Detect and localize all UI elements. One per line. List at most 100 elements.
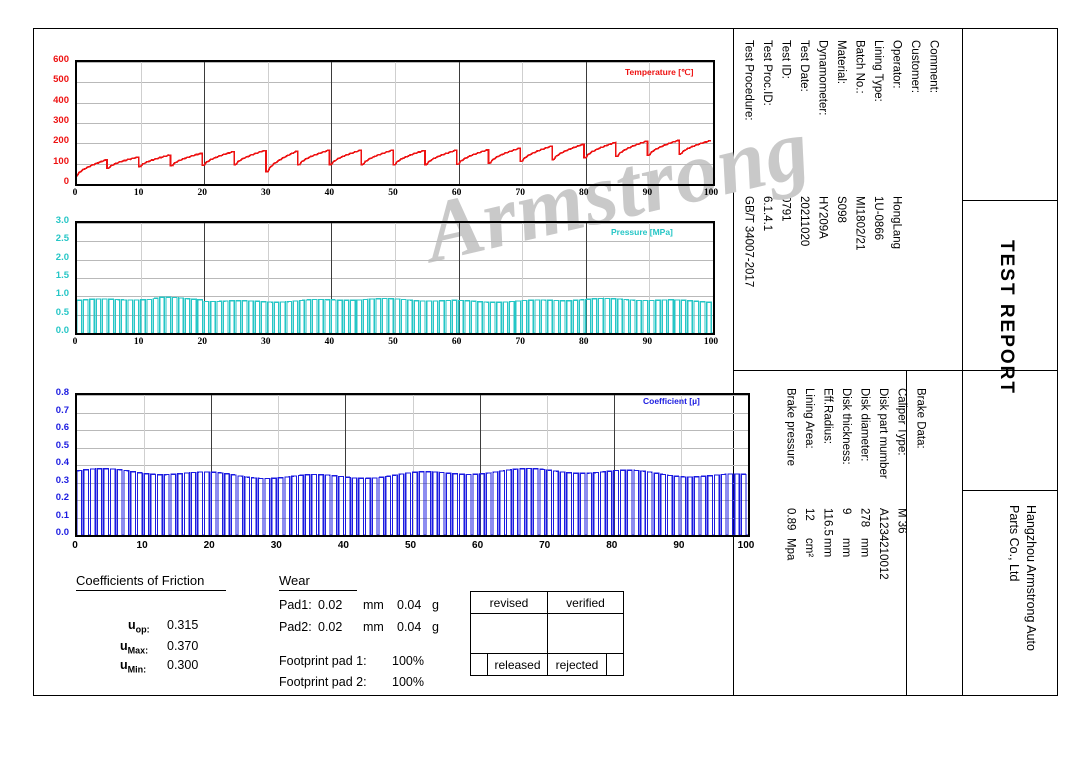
test-info-label-1: Test Proc.ID: <box>761 40 773 106</box>
pressure-ytick: 2.5 <box>55 233 69 245</box>
temperature-xtick: 10 <box>133 188 144 198</box>
test-info-value-7: 1U-0866 <box>872 196 884 241</box>
friction-value-2: 0.300 <box>167 658 199 672</box>
panel-divider-horizontal-3 <box>962 490 1058 491</box>
pressure-xtick: 10 <box>133 337 144 347</box>
coefficient-plot-area <box>75 393 750 537</box>
wear-pad-thickness-unit-0: mm <box>363 598 384 612</box>
coefficient-ytick: 0.1 <box>55 509 69 521</box>
pressure-ytick: 0.0 <box>55 325 69 336</box>
brake-data-value-6: 0.89 <box>784 508 797 531</box>
test-info-label-2: Test ID: <box>779 40 792 79</box>
test-info-value-0: GB/T 34007-2017 <box>742 196 755 288</box>
pressure-xtick: 80 <box>579 337 589 347</box>
pressure-xtick: 100 <box>703 337 719 347</box>
coefficient-xtick: 70 <box>539 540 551 551</box>
temperature-xtick: 80 <box>579 188 589 198</box>
approval-checkbox-rejected[interactable] <box>606 653 624 676</box>
brake-data-label-0: Caliper Type: <box>895 388 908 456</box>
friction-value-0: 0.315 <box>167 618 199 632</box>
coefficient-xtick: 50 <box>404 540 417 551</box>
coefficient-xtick: 100 <box>737 540 755 551</box>
chart-pressure: Pressure [MPa] 0.0 0.5 1.0 1.5 2.0 2.5 3.0 0 10 2… <box>33 215 733 360</box>
brake-data-label-3: Disk thickness: <box>840 388 852 465</box>
friction-subscript-0: op: <box>135 624 150 635</box>
brake-data-label-2: Disk diameter: <box>858 388 871 462</box>
panel-divider-vertical-3 <box>733 28 734 696</box>
test-info-value-5: S098 <box>835 196 847 223</box>
approval-cell-verified[interactable]: verified <box>547 591 624 614</box>
wear-pad-mass-1: 0.04 <box>397 620 422 634</box>
coefficient-ytick: 0.2 <box>55 492 69 503</box>
wear-pad-mass-0: 0.04 <box>397 598 422 612</box>
pressure-xtick: 70 <box>515 337 525 347</box>
footprint-label-0: Footprint pad 1: <box>279 654 367 668</box>
test-info-label-4: Dynamometer: <box>816 40 829 116</box>
coefficient-xtick: 0 <box>72 540 78 551</box>
test-info-label-8: Operator: <box>890 40 903 89</box>
temperature-xtick: 60 <box>451 188 462 198</box>
test-info-label-3: Test Date: <box>798 40 810 92</box>
report-title: TEST REPORT <box>996 240 1017 396</box>
friction-symbol-0: u <box>128 618 136 632</box>
pressure-xtick: 50 <box>388 337 398 347</box>
test-info-value-1: 6.1.4.1 <box>761 196 773 232</box>
temperature-xtick: 0 <box>72 188 78 198</box>
wear-pad-thickness-unit-1: mm <box>363 620 384 634</box>
test-info-label-5: Material: <box>835 40 847 85</box>
coefficient-ytick: 0.8 <box>55 387 69 398</box>
coefficient-xtick: 30 <box>270 540 282 551</box>
temperature-plot-area <box>75 60 715 186</box>
chart-coefficient: Coefficient [µ] 0.0 0.1 0.2 0.3 0.4 0.5 0.6 0.7… <box>33 385 755 560</box>
panel-divider-vertical-1 <box>962 28 963 696</box>
company-line-2: Parts Co., Ltd <box>1006 505 1021 582</box>
coefficient-xtick: 40 <box>337 540 349 551</box>
pressure-ytick: 3.0 <box>55 215 69 226</box>
brake-data-label-1: Disk part mumber <box>877 388 889 479</box>
approval-checkbox-released[interactable] <box>470 653 488 676</box>
coefficient-xtick: 10 <box>136 540 148 551</box>
coefficient-ytick: 0.4 <box>55 457 69 468</box>
test-info-label-9: Customer: <box>909 40 921 94</box>
pressure-xtick: 90 <box>642 337 653 347</box>
wear-pad-label-1: Pad2: <box>279 620 312 634</box>
wear-pad-mass-unit-1: g <box>432 620 439 634</box>
pressure-plot-area <box>75 221 715 335</box>
brake-data-unit-2: mm <box>858 538 871 558</box>
friction-heading: Coefficients of Friction <box>76 573 226 591</box>
approval-label-released[interactable]: released <box>487 653 548 676</box>
approval-header-row: revised verified <box>470 591 624 614</box>
approval-signature-revised[interactable] <box>470 613 548 654</box>
chart-temperature: Temperature [℃] 0 100 200 300 400 500 600 0 10 20… <box>33 50 733 210</box>
company-name: Hangzhou Armstrong Auto Parts Co., Ltd <box>1005 505 1039 651</box>
wear-heading: Wear <box>279 573 357 591</box>
coefficient-xtick: 20 <box>203 540 215 551</box>
approval-signature-row <box>470 613 624 654</box>
approval-signature-verified[interactable] <box>547 613 624 654</box>
pressure-xtick: 0 <box>72 337 78 347</box>
coefficient-ytick: 0.6 <box>55 422 69 433</box>
panel-divider-vertical-2 <box>906 370 907 696</box>
footprint-value-0: 100% <box>392 654 424 668</box>
pressure-xtick: 20 <box>197 337 207 347</box>
panel-divider-horizontal-2 <box>962 200 1058 201</box>
temperature-ytick: 200 <box>53 135 69 147</box>
test-info-value-6: MI1802/21 <box>853 196 866 251</box>
friction-subscript-1: Max: <box>127 645 149 656</box>
temperature-ytick: 100 <box>53 155 69 167</box>
test-info-value-2: 0791 <box>779 196 792 222</box>
temperature-xtick: 20 <box>197 188 207 198</box>
wear-pad-thickness-1: 0.02 <box>318 620 343 634</box>
brake-data-label-5: Lining Area: <box>803 388 815 449</box>
coefficient-ytick: 0.0 <box>55 527 69 538</box>
pressure-ytick: 1.0 <box>55 288 69 300</box>
test-info-label-7: Lining Type: <box>872 40 884 102</box>
temperature-xtick: 30 <box>261 188 271 198</box>
approval-cell-revised[interactable]: revised <box>470 591 548 614</box>
temperature-ytick: 0 <box>63 176 69 187</box>
coefficient-xtick: 60 <box>472 540 484 551</box>
approval-status-row: released rejected <box>470 653 624 676</box>
approval-label-rejected[interactable]: rejected <box>547 653 607 676</box>
wear-pad-thickness-0: 0.02 <box>318 598 343 612</box>
temperature-xtick: 100 <box>703 188 719 198</box>
